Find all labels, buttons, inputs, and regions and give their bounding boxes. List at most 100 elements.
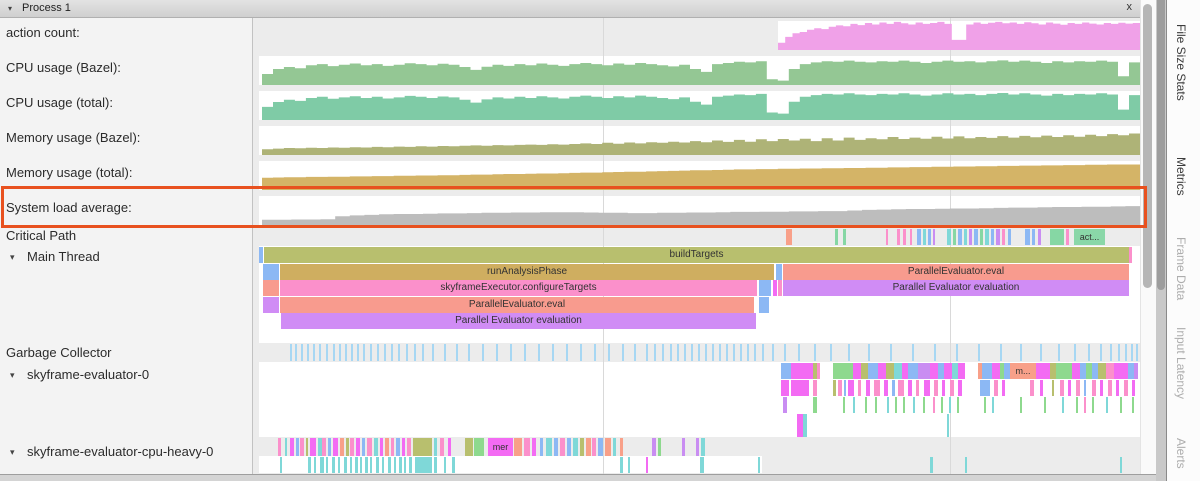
gc-tick[interactable] xyxy=(1020,344,1022,361)
gc-tick[interactable] xyxy=(670,344,672,361)
critical-path-slice[interactable] xyxy=(903,229,906,245)
skyframe-evaluator-0-slice[interactable] xyxy=(994,380,998,396)
slice-buildtargets[interactable]: buildTargets xyxy=(264,247,1129,263)
skyframe-evaluator-cpu-heavy-0-slice[interactable] xyxy=(440,438,444,456)
skyframe-evaluator-0-slice[interactable] xyxy=(898,380,904,396)
skyframe-evaluator-0-slice[interactable] xyxy=(848,380,854,396)
skyframe-evaluator-0-slice[interactable] xyxy=(916,380,919,396)
gc-tick[interactable] xyxy=(868,344,870,361)
skyframe-evaluator-cpu-heavy-0-slice[interactable] xyxy=(382,457,384,473)
gc-tick[interactable] xyxy=(496,344,498,361)
gc-tick[interactable] xyxy=(814,344,816,361)
gc-tick[interactable] xyxy=(339,344,341,361)
gc-tick[interactable] xyxy=(622,344,624,361)
skyframe-evaluator-0-slice[interactable] xyxy=(817,363,820,379)
skyframe-evaluator-cpu-heavy-0-slice[interactable] xyxy=(340,438,344,456)
critical-path-slice[interactable] xyxy=(996,229,1000,245)
skyframe-evaluator-0-slice[interactable] xyxy=(1124,380,1128,396)
skyframe-evaluator-cpu-heavy-0-slice[interactable] xyxy=(360,457,362,473)
gc-tick[interactable] xyxy=(1074,344,1076,361)
skyframe-evaluator-0-slice[interactable] xyxy=(982,363,992,379)
skyframe-evaluator-0-slice[interactable] xyxy=(1056,363,1072,379)
critical-path-slice[interactable] xyxy=(835,229,838,245)
gc-tick[interactable] xyxy=(351,344,353,361)
skyframe-evaluator-0-slice[interactable] xyxy=(1114,363,1128,379)
gc-tick[interactable] xyxy=(326,344,328,361)
skyframe-evaluator-cpu-heavy-0-slice[interactable] xyxy=(314,457,316,473)
critical-path-slice[interactable] xyxy=(1038,229,1041,245)
main-thread-slice[interactable] xyxy=(759,297,769,313)
skyframe-evaluator-cpu-heavy-0-slice[interactable] xyxy=(434,457,437,473)
skyframe-evaluator-cpu-heavy-0-slice[interactable] xyxy=(413,438,432,456)
skyframe-evaluator-0-slice[interactable] xyxy=(1100,380,1103,396)
gc-tick[interactable] xyxy=(398,344,400,361)
gc-tick[interactable] xyxy=(1131,344,1133,361)
skyframe-evaluator-cpu-heavy-0-slice[interactable] xyxy=(296,438,299,456)
thread-label-skyframe-evaluator-0[interactable]: ▾skyframe-evaluator-0 xyxy=(10,367,149,382)
gc-tick[interactable] xyxy=(662,344,664,361)
main-thread-slice[interactable] xyxy=(263,297,279,313)
main-thread-slice[interactable] xyxy=(773,280,777,296)
skyframe-evaluator-cpu-heavy-0-slice[interactable] xyxy=(758,457,760,473)
skyframe-evaluator-cpu-heavy-0-slice[interactable] xyxy=(407,438,411,456)
gc-tick[interactable] xyxy=(784,344,786,361)
gc-tick[interactable] xyxy=(301,344,303,361)
skyframe-evaluator-cpu-heavy-0-slice[interactable] xyxy=(338,457,340,473)
skyframe-evaluator-0-slice[interactable] xyxy=(950,380,954,396)
gc-tick[interactable] xyxy=(1040,344,1042,361)
gc-tick[interactable] xyxy=(432,344,434,361)
gc-tick[interactable] xyxy=(391,344,393,361)
skyframe-evaluator-cpu-heavy-0-slice[interactable] xyxy=(399,457,402,473)
skyframe-evaluator-cpu-heavy-0-slice[interactable] xyxy=(394,457,396,473)
skyframe-evaluator-0-slice[interactable] xyxy=(865,397,867,413)
skyframe-evaluator-cpu-heavy-0-slice[interactable] xyxy=(290,438,294,456)
slice-parallelevaluator-eval[interactable]: ParallelEvaluator.eval xyxy=(783,264,1129,280)
slice-mer[interactable]: mer xyxy=(488,438,513,456)
skyframe-evaluator-0-slice[interactable] xyxy=(1108,380,1112,396)
skyframe-evaluator-0-slice[interactable] xyxy=(1098,363,1106,379)
skyframe-evaluator-cpu-heavy-0-slice[interactable] xyxy=(567,438,571,456)
skyframe-evaluator-0-slice[interactable] xyxy=(949,397,951,413)
skyframe-evaluator-0-slice[interactable] xyxy=(781,380,789,396)
counter-chart-cpu-usage-total-[interactable] xyxy=(262,91,1140,120)
gc-tick[interactable] xyxy=(566,344,568,361)
close-icon[interactable]: x xyxy=(1127,1,1133,13)
gc-tick[interactable] xyxy=(646,344,648,361)
skyframe-evaluator-0-slice[interactable] xyxy=(861,363,868,379)
slice-parallelevaluator-eval[interactable]: ParallelEvaluator.eval xyxy=(280,297,754,313)
skyframe-evaluator-0-slice[interactable] xyxy=(875,397,877,413)
gc-tick[interactable] xyxy=(1088,344,1090,361)
skyframe-evaluator-cpu-heavy-0-slice[interactable] xyxy=(452,457,455,473)
skyframe-evaluator-0-slice[interactable] xyxy=(992,363,1000,379)
skyframe-evaluator-0-slice[interactable] xyxy=(930,363,938,379)
skyframe-evaluator-0-slice[interactable] xyxy=(1120,397,1122,413)
skyframe-evaluator-0-slice[interactable] xyxy=(1076,380,1080,396)
gc-tick[interactable] xyxy=(594,344,596,361)
skyframe-evaluator-0-slice[interactable] xyxy=(992,397,994,413)
gc-tick[interactable] xyxy=(698,344,700,361)
counter-chart-cpu-usage-bazel-[interactable] xyxy=(262,56,1140,85)
skyframe-evaluator-cpu-heavy-0-slice[interactable] xyxy=(546,438,552,456)
skyframe-evaluator-cpu-heavy-0-slice[interactable] xyxy=(415,457,432,473)
gc-tick[interactable] xyxy=(406,344,408,361)
skyframe-evaluator-cpu-heavy-0-slice[interactable] xyxy=(586,438,591,456)
skyframe-evaluator-cpu-heavy-0-slice[interactable] xyxy=(1120,457,1122,473)
tab-alerts[interactable]: Alerts xyxy=(1174,438,1188,469)
skyframe-evaluator-0-slice[interactable] xyxy=(980,380,990,396)
critical-path-slice[interactable] xyxy=(991,229,994,245)
collapse-triangle-icon[interactable]: ▾ xyxy=(8,4,12,13)
counter-chart-system-load-average[interactable] xyxy=(262,196,1140,225)
skyframe-evaluator-0-slice[interactable] xyxy=(1002,380,1005,396)
skyframe-evaluator-0-slice[interactable] xyxy=(1092,380,1096,396)
skyframe-evaluator-0-slice[interactable] xyxy=(1072,363,1080,379)
skyframe-evaluator-0-slice[interactable] xyxy=(868,363,878,379)
skyframe-evaluator-cpu-heavy-0-slice[interactable] xyxy=(592,438,596,456)
skyframe-evaluator-0-slice[interactable] xyxy=(853,397,855,413)
inner-vertical-scrollbar-thumb[interactable] xyxy=(1143,4,1152,288)
skyframe-evaluator-0-slice[interactable] xyxy=(958,380,962,396)
slice-act[interactable]: act... xyxy=(1074,229,1105,245)
slice-m[interactable]: m... xyxy=(1010,363,1036,379)
skyframe-evaluator-cpu-heavy-0-slice[interactable] xyxy=(696,438,699,456)
gc-tick[interactable] xyxy=(798,344,800,361)
tab-frame-data[interactable]: Frame Data xyxy=(1174,237,1188,300)
